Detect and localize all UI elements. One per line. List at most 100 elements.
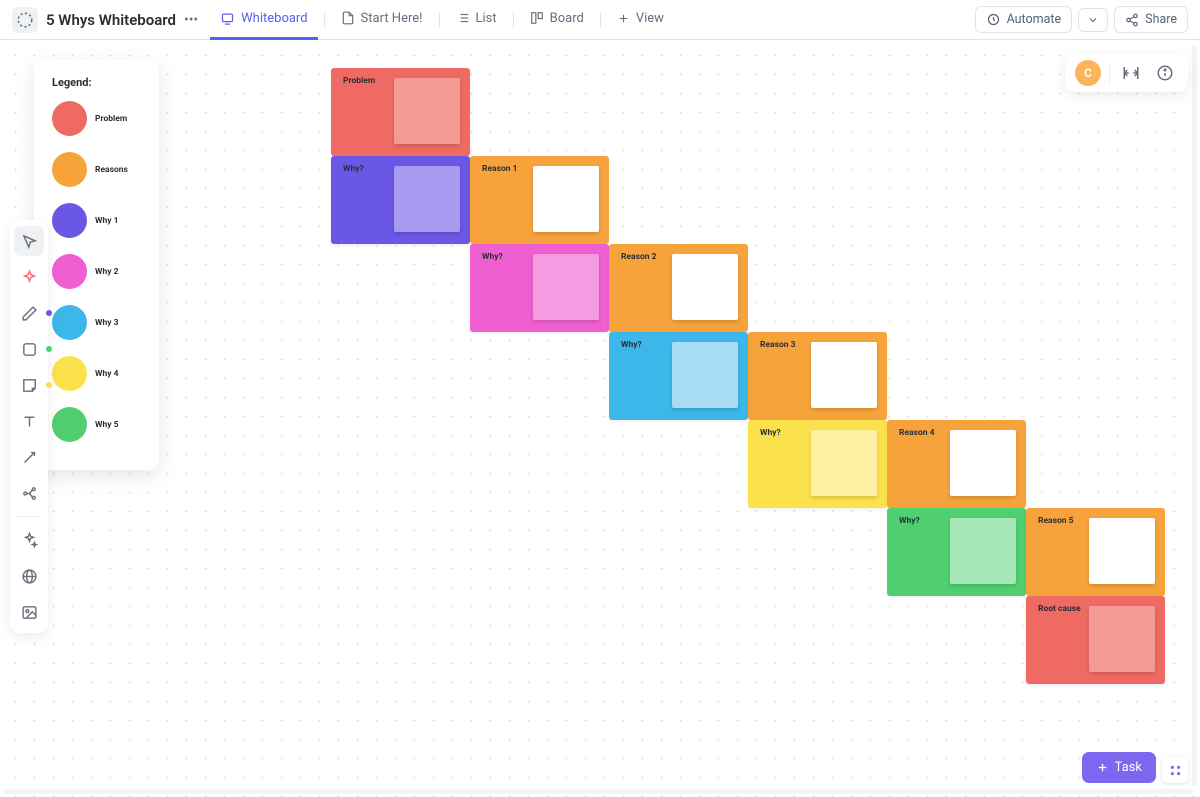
legend-label: Why 2 — [95, 267, 118, 277]
tab-whiteboard[interactable]: Whiteboard — [210, 0, 317, 40]
whiteboard-card[interactable]: Reason 5 — [1026, 508, 1165, 596]
mindmap-tool[interactable] — [14, 478, 44, 508]
tab-list[interactable]: List — [446, 0, 507, 40]
legend-swatch — [52, 305, 87, 340]
automate-chevron[interactable] — [1078, 8, 1108, 32]
legend-label: Problem — [95, 114, 127, 124]
tab-label: Whiteboard — [241, 11, 307, 26]
legend-item[interactable]: Why 5 — [52, 407, 147, 442]
sticky-note[interactable] — [811, 430, 877, 496]
sticky-note[interactable] — [950, 518, 1016, 584]
info-button[interactable] — [1152, 60, 1178, 86]
fit-width-button[interactable] — [1118, 60, 1144, 86]
legend-item[interactable]: Why 3 — [52, 305, 147, 340]
legend-item[interactable]: Why 1 — [52, 203, 147, 238]
card-label: Why? — [621, 340, 642, 350]
scrollbar-vertical[interactable] — [1192, 46, 1197, 786]
whiteboard-icon — [220, 11, 235, 26]
board-icon — [530, 11, 544, 25]
whiteboard-card[interactable]: Why? — [470, 244, 609, 332]
view-tabs: Whiteboard Start Here! List Board View — [210, 0, 674, 40]
whiteboard-card[interactable]: Reason 3 — [748, 332, 887, 420]
new-task-button[interactable]: Task — [1082, 752, 1156, 783]
sticky-tool[interactable] — [14, 370, 44, 400]
sticky-note[interactable] — [394, 78, 460, 144]
tab-start-here[interactable]: Start Here! — [331, 0, 433, 40]
legend-item[interactable]: Reasons — [52, 152, 147, 187]
plus-icon — [617, 12, 630, 25]
sticky-note[interactable] — [1089, 518, 1155, 584]
magic-tool[interactable] — [14, 525, 44, 555]
workspace-icon[interactable] — [12, 7, 38, 33]
connector-tool[interactable] — [14, 442, 44, 472]
tab-board[interactable]: Board — [520, 0, 594, 40]
card-label: Problem — [343, 76, 375, 86]
card-label: Reason 1 — [482, 164, 518, 174]
legend-item[interactable]: Problem — [52, 101, 147, 136]
card-label: Reason 2 — [621, 252, 657, 262]
legend-label: Why 5 — [95, 420, 118, 430]
whiteboard-card[interactable]: Reason 2 — [609, 244, 748, 332]
add-view-button[interactable]: View — [607, 0, 674, 40]
apps-button[interactable] — [1162, 757, 1188, 783]
sticky-note[interactable] — [811, 342, 877, 408]
sticky-note[interactable] — [672, 342, 738, 408]
automate-label: Automate — [1007, 12, 1062, 27]
pen-tool[interactable] — [14, 298, 44, 328]
card-label: Why? — [899, 516, 920, 526]
legend-swatch — [52, 203, 87, 238]
whiteboard-card[interactable]: Why? — [331, 156, 470, 244]
sticky-note[interactable] — [672, 254, 738, 320]
tools-toolbar — [10, 220, 48, 633]
share-label: Share — [1145, 12, 1177, 27]
separator — [600, 12, 601, 28]
text-tool[interactable] — [14, 406, 44, 436]
whiteboard-card[interactable]: Reason 1 — [470, 156, 609, 244]
card-label: Why? — [760, 428, 781, 438]
legend-swatch — [52, 407, 87, 442]
automate-icon — [986, 12, 1001, 27]
sticky-note[interactable] — [394, 166, 460, 232]
whiteboard-card[interactable]: Problem — [331, 68, 470, 156]
legend-swatch — [52, 254, 87, 289]
legend-swatch — [52, 152, 87, 187]
scrollbar-horizontal[interactable] — [3, 789, 1193, 794]
whiteboard-canvas[interactable]: C Legend: ProblemReasonsWhy 1Why 2Why 3W… — [0, 40, 1200, 797]
card-label: Why? — [343, 164, 364, 174]
automate-button[interactable]: Automate — [975, 6, 1073, 33]
legend-item[interactable]: Why 4 — [52, 356, 147, 391]
sticky-note[interactable] — [533, 254, 599, 320]
web-tool[interactable] — [14, 561, 44, 591]
legend-label: Reasons — [95, 165, 128, 175]
separator — [513, 12, 514, 28]
whiteboard-card[interactable]: Why? — [887, 508, 1026, 596]
card-label: Reason 3 — [760, 340, 796, 350]
legend-panel[interactable]: Legend: ProblemReasonsWhy 1Why 2Why 3Why… — [34, 60, 159, 470]
share-button[interactable]: Share — [1114, 6, 1188, 33]
whiteboard-card[interactable]: Reason 4 — [887, 420, 1026, 508]
more-icon[interactable]: ••• — [184, 12, 198, 28]
legend-label: Why 3 — [95, 318, 118, 328]
page-title[interactable]: 5 Whys Whiteboard — [46, 11, 176, 29]
sticky-note[interactable] — [1089, 606, 1155, 672]
separator — [18, 516, 40, 517]
select-tool[interactable] — [14, 226, 44, 256]
separator — [439, 12, 440, 28]
image-tool[interactable] — [14, 597, 44, 627]
header-actions: Automate Share — [975, 6, 1188, 33]
shape-tool[interactable] — [14, 334, 44, 364]
avatar[interactable]: C — [1075, 60, 1101, 86]
whiteboard-card[interactable]: Why? — [609, 332, 748, 420]
share-icon — [1125, 13, 1139, 27]
plus-icon — [1096, 761, 1109, 774]
sticky-note[interactable] — [950, 430, 1016, 496]
ai-tool[interactable] — [14, 262, 44, 292]
whiteboard-card[interactable]: Root cause — [1026, 596, 1165, 684]
task-label: Task — [1115, 760, 1142, 775]
sticky-note[interactable] — [533, 166, 599, 232]
legend-swatch — [52, 356, 87, 391]
doc-icon — [341, 11, 355, 25]
legend-item[interactable]: Why 2 — [52, 254, 147, 289]
whiteboard-card[interactable]: Why? — [748, 420, 887, 508]
list-icon — [456, 11, 470, 25]
